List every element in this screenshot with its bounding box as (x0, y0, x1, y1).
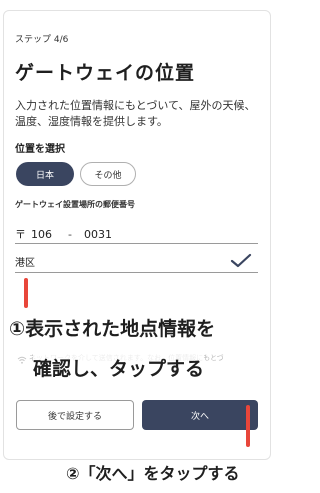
check-icon (230, 253, 252, 268)
page-title: ゲートウェイの位置 (15, 62, 196, 84)
step-indicator: ステップ 4/6 (15, 35, 69, 45)
location-option-other[interactable]: その他 (80, 162, 136, 186)
city-option[interactable]: 港区 (15, 250, 258, 273)
later-button[interactable]: 後で設定する (16, 400, 134, 430)
annotation-pointer-1 (24, 278, 28, 308)
location-option-japan[interactable]: 日本 (16, 162, 74, 186)
annotation-step1-line1: ①表示された地点情報を (9, 318, 216, 340)
postal-code-part1[interactable]: 106 (31, 228, 52, 241)
postal-code-field[interactable]: 〒 106 - 0031 (15, 225, 258, 244)
city-label: 港区 (15, 257, 35, 269)
annotation-step2: ②「次へ」をタップする (66, 464, 240, 483)
postal-code-part2[interactable]: 0031 (84, 228, 112, 241)
annotation-step1-line2: 確認し、タップする (33, 354, 205, 381)
postal-mark: 〒 (15, 228, 26, 241)
next-button[interactable]: 次へ (142, 400, 258, 430)
annotation-pointer-2 (246, 405, 250, 447)
page-description: 入力された位置情報にもとづいて、屋外の天候、温度、湿度情報を提供します。 (15, 99, 256, 128)
postal-code-label: ゲートウェイ設置場所の郵便番号 (15, 200, 135, 209)
location-section-label: 位置を選択 (15, 144, 65, 155)
postal-code-separator: - (68, 227, 72, 241)
